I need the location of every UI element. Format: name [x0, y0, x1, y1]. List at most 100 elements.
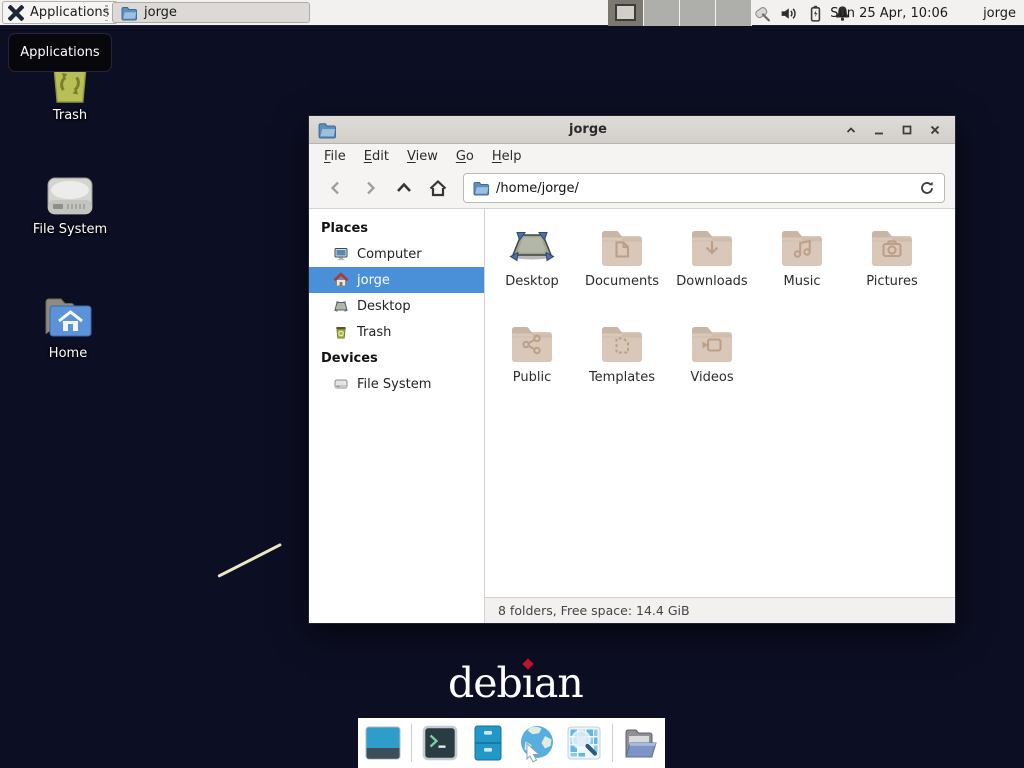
logo-text: deb	[448, 659, 522, 707]
applications-menu-button[interactable]: Applications	[2, 1, 118, 24]
dock-launcher-file-manager[interactable]	[620, 723, 660, 763]
folder-item-music[interactable]: Music	[757, 223, 847, 319]
file-cabinet-icon	[468, 723, 508, 763]
folder-item-label: Templates	[589, 370, 655, 385]
folder-pictures-icon	[868, 223, 916, 271]
web-browser-icon	[516, 723, 556, 763]
clock-text: Sun 25 Apr, 10:06	[830, 6, 948, 21]
file-manager-window: jorge File Edit View Go Help	[308, 115, 956, 624]
folder-item-label: Pictures	[866, 274, 917, 289]
desktop-icon-label: Trash	[53, 108, 87, 123]
sidebar-item-jorge[interactable]: jorge	[309, 267, 484, 293]
folder-item-label: Documents	[585, 274, 659, 289]
user-home-icon	[333, 272, 349, 288]
dock-launcher-app-finder[interactable]	[564, 723, 604, 763]
workspace-3[interactable]	[680, 0, 716, 26]
sidebar-item-label: File System	[357, 377, 431, 392]
pointer-device-icon[interactable]	[752, 4, 771, 23]
folder-item-videos[interactable]: Videos	[667, 319, 757, 415]
sidebar-item-label: jorge	[357, 273, 390, 288]
terminal-icon	[420, 723, 460, 763]
folder-item-templates[interactable]: Templates	[577, 319, 667, 415]
sidebar: Places Computer jo	[309, 209, 485, 623]
applications-menu-icon	[8, 5, 24, 21]
trash-icon	[333, 324, 349, 340]
menu-view[interactable]: View	[398, 147, 447, 166]
minimize-button[interactable]	[868, 119, 890, 141]
dock-launcher-terminal[interactable]	[420, 723, 460, 763]
window-body: Places Computer jo	[309, 209, 955, 623]
up-button[interactable]	[387, 173, 421, 203]
panel-handle	[105, 5, 108, 21]
dock-launcher-web-browser[interactable]	[516, 723, 556, 763]
statusbar: 8 folders, Free space: 14.4 GiB	[485, 597, 955, 623]
sidebar-item-label: Computer	[357, 247, 422, 262]
sidebar-header-devices: Devices	[309, 345, 484, 371]
taskbar-item-label: jorge	[144, 5, 177, 20]
menu-edit[interactable]: Edit	[355, 147, 398, 166]
menu-help[interactable]: Help	[483, 147, 531, 166]
taskbar-item-jorge[interactable]: jorge	[112, 2, 310, 23]
drive-icon	[45, 174, 95, 218]
folder-item-label: Music	[784, 274, 821, 289]
computer-icon	[333, 246, 349, 262]
panel-user-menu[interactable]: jorge	[983, 0, 1016, 26]
sidebar-header-places: Places	[309, 215, 484, 241]
dock-launcher-show-desktop[interactable]	[363, 723, 403, 763]
close-button[interactable]	[924, 119, 946, 141]
folder-item-pictures[interactable]: Pictures	[847, 223, 937, 319]
folder-item-label: Downloads	[676, 274, 747, 289]
dock-separator	[411, 724, 412, 762]
reload-icon[interactable]	[919, 180, 935, 196]
app-finder-icon	[564, 723, 604, 763]
sidebar-item-computer[interactable]: Computer	[309, 241, 484, 267]
toolbar: /home/jorge/	[309, 168, 955, 209]
folder-item-public[interactable]: Public	[487, 319, 577, 415]
desktop-icon-file-system[interactable]: File System	[18, 174, 122, 237]
folder-item-label: Public	[513, 370, 551, 385]
workspace-1[interactable]	[608, 0, 644, 26]
menu-go[interactable]: Go	[447, 147, 483, 166]
tooltip-text: Applications	[20, 45, 99, 60]
location-text: /home/jorge/	[496, 181, 912, 196]
workspace-switcher	[608, 0, 752, 26]
volume-icon[interactable]	[779, 4, 798, 23]
home-folder-icon	[41, 294, 95, 342]
folder-item-downloads[interactable]: Downloads	[667, 223, 757, 319]
sidebar-item-label: Trash	[357, 325, 391, 340]
window-titlebar[interactable]: jorge	[309, 116, 955, 144]
desktop-icon	[333, 298, 349, 314]
menu-file[interactable]: File	[315, 147, 355, 166]
logo-text: an	[534, 659, 583, 707]
dock-separator	[612, 724, 613, 762]
desktop-icon-home[interactable]: Home	[16, 294, 120, 361]
home-button[interactable]	[421, 173, 455, 203]
top-panel: Applications jorge	[0, 0, 1024, 26]
folder-downloads-icon	[688, 223, 736, 271]
battery-icon[interactable]	[806, 4, 825, 23]
shade-button[interactable]	[840, 119, 862, 141]
workspace-4[interactable]	[716, 0, 752, 26]
location-bar[interactable]: /home/jorge/	[463, 173, 945, 203]
maximize-button[interactable]	[896, 119, 918, 141]
applications-tooltip: Applications	[8, 33, 112, 72]
forward-button[interactable]	[353, 173, 387, 203]
file-grid: Desktop Documents Do	[485, 209, 955, 597]
show-desktop-icon	[363, 723, 403, 763]
sidebar-item-trash[interactable]: Trash	[309, 319, 484, 345]
debian-wallpaper-logo: debıan	[448, 659, 578, 707]
sidebar-item-label: Desktop	[357, 299, 411, 314]
desktop-icon-label: File System	[33, 222, 107, 237]
sidebar-item-desktop[interactable]: Desktop	[309, 293, 484, 319]
back-button[interactable]	[319, 173, 353, 203]
workspace-2[interactable]	[644, 0, 680, 26]
panel-clock[interactable]: Sun 25 Apr, 10:06	[830, 0, 948, 26]
desktop-special-icon	[508, 223, 556, 271]
folder-item-desktop[interactable]: Desktop	[487, 223, 577, 319]
folder-item-documents[interactable]: Documents	[577, 223, 667, 319]
folder-icon	[473, 180, 489, 196]
dock-panel	[358, 718, 665, 768]
panel-user-label: jorge	[983, 6, 1016, 21]
sidebar-item-file-system[interactable]: File System	[309, 371, 484, 397]
dock-launcher-file-cabinet[interactable]	[468, 723, 508, 763]
